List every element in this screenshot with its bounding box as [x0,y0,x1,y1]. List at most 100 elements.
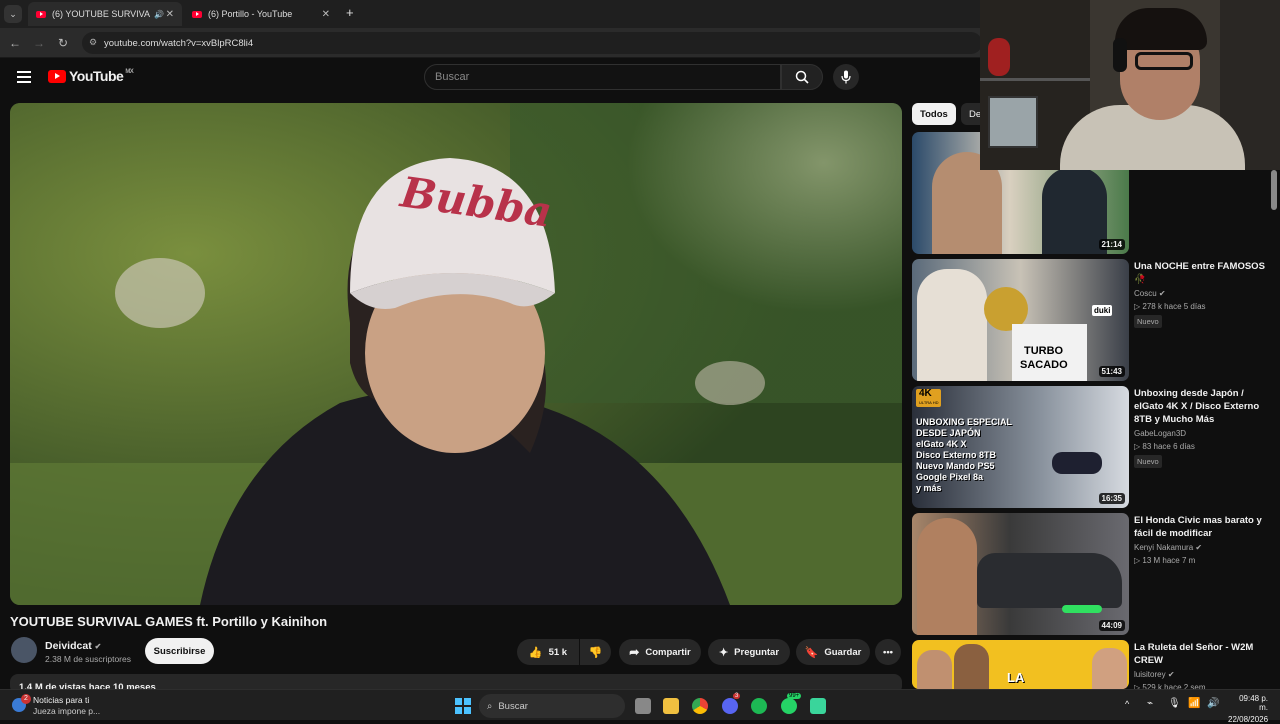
verified-icon: ✔ [1158,289,1166,298]
taskbar-search[interactable]: ⌕ Buscar [479,694,625,718]
thumb-light [1062,605,1102,613]
webcam-overlay [980,0,1280,170]
thumb-text: SACADO [1020,359,1068,371]
back-icon[interactable]: ← [6,34,24,52]
webcam-figure [988,38,1010,76]
related-title[interactable]: El Honda Civic mas barato y fácil de mod… [1134,514,1274,540]
network-icon[interactable]: ⌁ [1147,698,1153,709]
related-title[interactable]: La Ruleta del Señor - W2M CREW [1134,641,1274,667]
news-widget[interactable]: 2 Noticias para ti Jueza impone p... [10,694,120,718]
video-duration: 51:43 [1098,366,1125,377]
ask-label: Preguntar [734,646,780,658]
related-meta: ▷ 278 k hace 5 días [1134,302,1206,311]
search-input[interactable]: Buscar [424,64,781,90]
thumb-line: Nuevo Mando PS5 [916,461,995,471]
youtube-play-icon [48,69,66,83]
url-field[interactable]: ⚙ youtube.com/watch?v=xvBlpRC8li4 [82,32,982,54]
chrome-icon[interactable] [692,698,708,714]
share-button[interactable]: ➦ Compartir [619,639,701,665]
menu-icon[interactable] [17,71,31,83]
related-title[interactable]: Unboxing desde Japón / elGato 4K X / Dis… [1134,387,1274,426]
verified-icon: ✔ [1195,543,1203,552]
like-button[interactable]: 👍 51 k [517,639,579,665]
thumb-text: TURBO [1024,345,1064,357]
save-label: Guardar [824,646,862,658]
spotify-icon[interactable] [751,698,767,714]
more-actions-button[interactable]: ••• [875,639,901,665]
related-channel[interactable]: luisitorey ✔ [1134,670,1175,679]
close-tab-icon[interactable]: ✕ [166,9,174,20]
sparkle-icon: ✦ [718,646,729,659]
save-button[interactable]: 🔖 Guardar [796,639,870,665]
channel-name[interactable]: Deividcat ✔ [45,640,101,652]
ask-button[interactable]: ✦ Preguntar [708,639,790,665]
webcam-glasses [1135,52,1193,70]
new-tab-button[interactable]: + [346,5,354,20]
related-channel-text: luisitorey [1134,670,1166,679]
share-icon: ➦ [629,645,640,659]
youtube-favicon-icon [192,10,202,18]
thumb-4k-text: 4K [919,388,932,399]
thumb-line: elGato 4K X [916,439,967,449]
whatsapp-icon[interactable] [781,698,797,714]
related-meta: ▷ 83 hace 6 días [1134,442,1195,451]
related-meta: ▷ 13 M hace 7 m [1134,556,1196,565]
thumbs-down-icon: 👎 [588,646,603,659]
search-icon: ⌕ [487,700,493,712]
video-player[interactable]: Bubba [10,103,902,605]
reload-icon[interactable]: ↻ [54,34,72,52]
search-button[interactable] [781,64,823,90]
related-thumbnail[interactable]: 44:09 [912,513,1129,635]
verified-icon: ✔ [94,642,102,651]
scrollbar-thumb[interactable] [1271,170,1277,210]
channel-name-text: Deividcat [45,640,92,652]
volume-icon[interactable]: 🔊 [1207,698,1219,709]
video-duration: 16:35 [1098,493,1125,504]
video-title: YOUTUBE SURVIVAL GAMES ft. Portillo y Ka… [10,614,328,629]
thumb-controller [1052,452,1102,474]
search-icon [795,70,809,84]
dislike-button[interactable]: 👎 [580,639,611,665]
bookmark-icon: 🔖 [804,646,819,659]
tab-title: (6) Portillo - YouTube [208,9,293,19]
chip-todos[interactable]: Todos [912,103,956,125]
thumb-person [1042,167,1107,254]
news-title: Noticias para ti [33,695,90,705]
voice-search-button[interactable] [833,64,859,90]
webcam-headphones [1113,38,1127,72]
channel-avatar[interactable] [11,637,37,663]
subscriber-count: 2.38 M de suscriptores [45,654,131,664]
discord-icon[interactable] [722,698,738,714]
thumb-4k-badge: 4K ULTRA HD [916,388,942,407]
region-code: MX [125,69,134,75]
thumb-line: UNBOXING ESPECIAL [916,417,1013,427]
start-button[interactable] [455,698,471,714]
related-thumbnail[interactable]: 4K ULTRA HD UNBOXING ESPECIAL DESDE JAPÓ… [912,386,1129,508]
thumb-person [917,518,977,635]
close-tab-icon[interactable]: ✕ [322,9,330,20]
related-title[interactable]: Una NOCHE entre FAMOSOS 🥀 [1134,260,1274,286]
task-view-icon[interactable] [635,698,651,714]
youtube-logo[interactable]: YouTube MX [48,68,134,84]
tray-chevron-icon[interactable]: ^ [1125,699,1129,709]
wifi-icon[interactable]: 📶 [1188,698,1200,709]
tab-portillo[interactable]: (6) Portillo - YouTube ✕ [184,2,338,26]
related-channel[interactable]: Coscu ✔ [1134,289,1166,298]
related-thumbnail[interactable]: duki TURBO SACADO 51:43 [912,259,1129,381]
related-channel[interactable]: GabeLogan3D [1134,429,1186,438]
windows-taskbar: 2 Noticias para ti Jueza impone p... ⌕ B… [0,689,1280,724]
site-info-icon[interactable]: ⚙ [89,37,97,48]
file-explorer-icon[interactable] [663,698,679,714]
microphone-tray-icon[interactable]: 🎙 [1168,698,1181,709]
related-thumbnail[interactable]: LA [912,640,1129,689]
new-badge: Nuevo [1134,455,1162,468]
thumb-line: Google Pixel 8a [916,472,984,482]
app-icon[interactable] [810,698,826,714]
tab-survival-games[interactable]: (6) YOUTUBE SURVIVAL GA... 🔊 ✕ [28,2,182,26]
tab-title: (6) YOUTUBE SURVIVAL GA... [52,9,150,19]
video-duration: 44:09 [1098,620,1125,631]
related-channel[interactable]: Kenyi Nakamura ✔ [1134,543,1202,552]
subscribe-button[interactable]: Suscribirse [145,638,214,664]
forward-icon[interactable]: → [30,34,48,52]
tab-list-button[interactable]: ⌄ [4,5,22,23]
